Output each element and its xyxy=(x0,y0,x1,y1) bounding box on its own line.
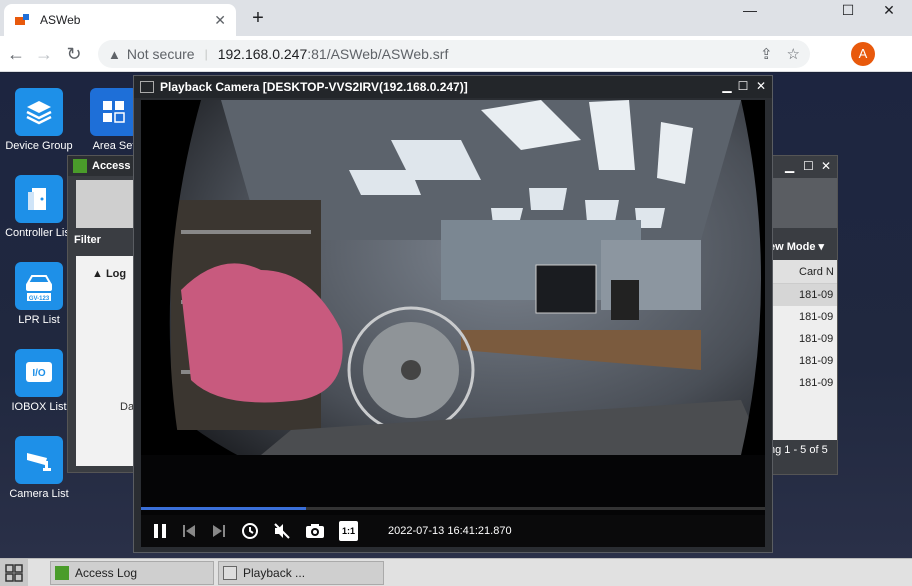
controller-door-icon xyxy=(15,175,63,223)
table-row[interactable]: 181-09 xyxy=(769,372,837,394)
ratio-icon[interactable]: 1:1 xyxy=(339,521,359,541)
paging-status: ng 1 - 5 of 5 xyxy=(769,444,828,456)
reload-button[interactable]: ↻ xyxy=(62,42,86,66)
profile-avatar[interactable]: A xyxy=(851,42,875,66)
next-frame-icon[interactable] xyxy=(211,521,227,541)
device-group-shortcut[interactable]: Device Group xyxy=(0,88,78,152)
prev-frame-icon[interactable] xyxy=(181,521,197,541)
separator: | xyxy=(204,47,208,61)
layers-icon xyxy=(15,88,63,136)
window-minimize-button[interactable]: — xyxy=(727,0,773,20)
start-grid-icon[interactable] xyxy=(0,559,28,586)
table-row[interactable]: 181-09 xyxy=(769,284,837,306)
url-text[interactable]: 192.168.0.247:81/ASWeb/ASWeb.srf xyxy=(218,46,746,62)
clock-icon[interactable] xyxy=(241,521,259,541)
table-row[interactable]: 181-09 xyxy=(769,328,837,350)
log-table: Card N 181-09 181-09 181-09 181-09 181-0… xyxy=(769,260,837,440)
url-host: 192.168.0.247 xyxy=(217,46,308,62)
log-toolbar-area xyxy=(769,178,837,228)
access-log-window[interactable]: Access Filter ▲ Log Da xyxy=(67,155,137,473)
back-button[interactable]: ← xyxy=(4,42,28,66)
browser-tab[interactable]: ASWeb ✕ xyxy=(4,4,236,36)
camera-icon xyxy=(15,436,63,484)
taskbar-playback[interactable]: Playback ... xyxy=(218,561,384,585)
playback-window-icon xyxy=(140,81,154,93)
window-maximize-button[interactable]: ☐ xyxy=(825,0,871,20)
filter-label[interactable]: Filter xyxy=(74,234,101,246)
browser-toolbar: ← → ↻ ▲ Not secure | 192.168.0.247:81/AS… xyxy=(0,36,912,98)
new-tab-button[interactable]: + xyxy=(246,6,270,30)
warning-icon[interactable]: ▲ xyxy=(108,47,121,62)
bookmark-star-icon[interactable]: ☆ xyxy=(787,45,800,63)
date-fragment: Da xyxy=(120,401,135,413)
playback-close-icon[interactable]: ✕ xyxy=(754,79,768,93)
progress-fill xyxy=(141,507,307,510)
taskbar: Access Log Playback ... xyxy=(0,558,912,586)
area-grid-icon xyxy=(90,88,138,136)
iobox-icon: I/O xyxy=(15,349,63,397)
video-frame-image xyxy=(141,100,765,455)
tab-title: ASWeb xyxy=(40,13,81,27)
mute-icon[interactable] xyxy=(273,521,291,541)
access-log-icon xyxy=(55,566,69,580)
log-tree-label[interactable]: ▲ Log xyxy=(92,268,126,280)
playback-minimize-icon[interactable]: ▁ xyxy=(720,79,734,93)
playback-maximize-icon[interactable]: ☐ xyxy=(736,79,750,93)
log-window-minimize-icon[interactable]: ▁ xyxy=(785,159,794,173)
playback-timestamp: 2022-07-13 16:41:21.870 xyxy=(388,525,512,537)
access-toolbar-area xyxy=(76,180,136,228)
card-number-header[interactable]: Card N xyxy=(769,260,837,284)
forward-button[interactable]: → xyxy=(32,42,56,66)
view-mode-dropdown[interactable]: ew Mode ▾ xyxy=(769,240,824,253)
playback-camera-window[interactable]: Playback Camera [DESKTOP-VVS2IRV(192.168… xyxy=(133,75,773,553)
playback-controls: 1:1 2022-07-13 16:41:21.870 xyxy=(141,515,765,547)
pause-icon[interactable] xyxy=(153,521,167,541)
playback-title-bar[interactable]: Playback Camera [DESKTOP-VVS2IRV(192.168… xyxy=(134,76,772,98)
car-plate-icon: GV-123 xyxy=(15,262,63,310)
address-bar[interactable]: ▲ Not secure | 192.168.0.247:81/ASWeb/AS… xyxy=(98,40,810,68)
playback-title: Playback Camera [DESKTOP-VVS2IRV(192.168… xyxy=(160,80,468,94)
camera-list-label: Camera List xyxy=(9,488,69,500)
iobox-text: I/O xyxy=(32,368,46,379)
table-row[interactable]: 181-09 xyxy=(769,350,837,372)
taskbar-playback-label: Playback ... xyxy=(243,566,306,580)
log-filter-pane: ▲ Log Da xyxy=(76,256,136,466)
device-group-label: Device Group xyxy=(5,140,73,152)
playback-progress-bar[interactable] xyxy=(141,507,765,510)
window-close-button[interactable]: ✕ xyxy=(866,0,912,20)
snapshot-icon[interactable] xyxy=(305,521,325,541)
taskbar-access-log-label: Access Log xyxy=(75,566,138,580)
security-label[interactable]: Not secure xyxy=(127,46,195,62)
table-row[interactable]: 181-09 xyxy=(769,306,837,328)
browser-tab-bar: ASWeb ✕ + — ☐ ✕ xyxy=(0,0,912,36)
log-list-window[interactable]: ▁ ☐ ✕ ew Mode ▾ Card N 181-09 181-09 181… xyxy=(768,155,838,475)
share-icon[interactable]: ⇪ xyxy=(760,45,773,63)
taskbar-access-log[interactable]: Access Log xyxy=(50,561,214,585)
progress-area xyxy=(141,455,765,515)
tab-close-icon[interactable]: ✕ xyxy=(214,12,226,29)
log-window-close-icon[interactable]: ✕ xyxy=(821,159,831,173)
url-path: :81/ASWeb/ASWeb.srf xyxy=(307,46,449,62)
camera-video-frame[interactable] xyxy=(141,100,765,455)
access-log-icon xyxy=(73,159,87,173)
playback-icon xyxy=(223,566,237,580)
plate-text: GV-123 xyxy=(29,296,50,302)
log-window-maximize-icon[interactable]: ☐ xyxy=(803,159,814,173)
asweb-favicon-icon xyxy=(15,14,29,25)
